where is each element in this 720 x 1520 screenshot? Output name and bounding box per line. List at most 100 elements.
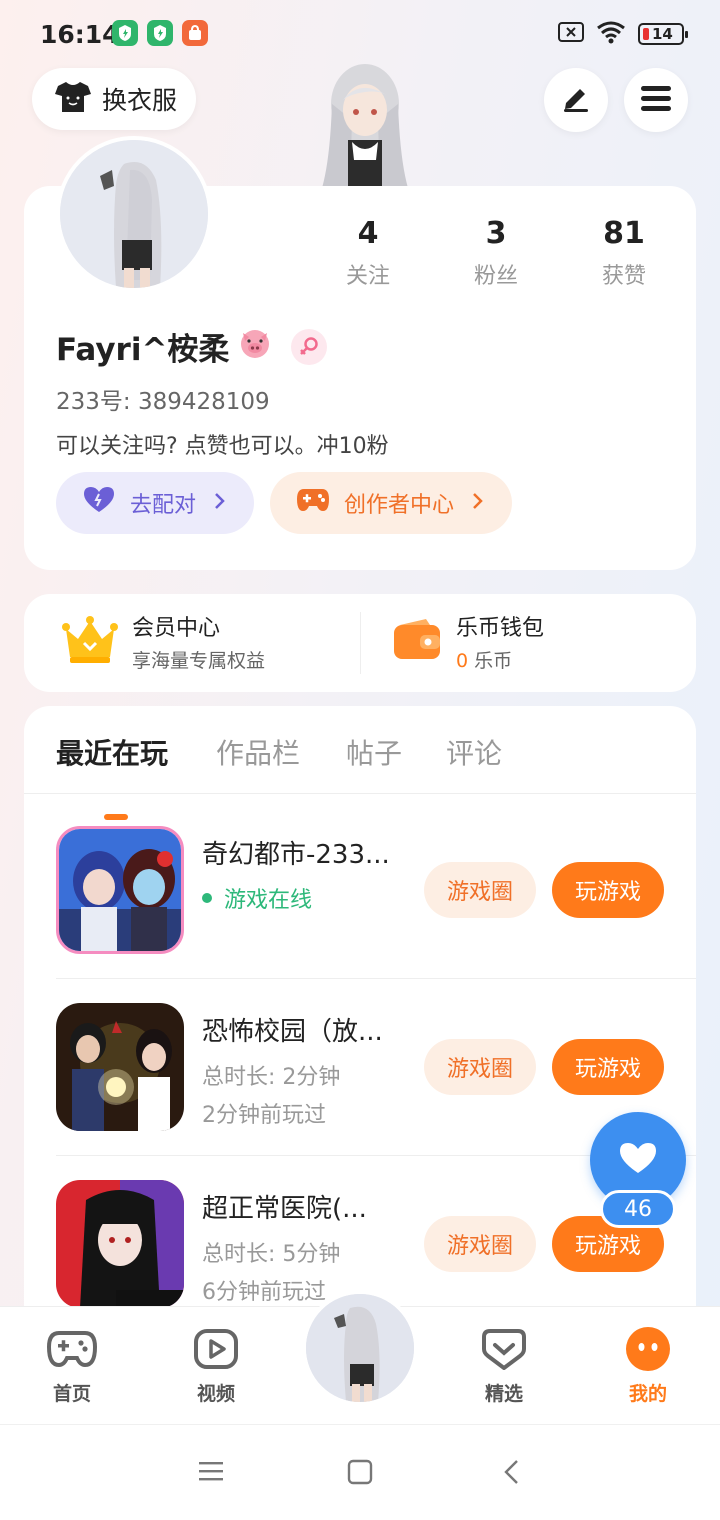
nav-video[interactable]: 视频 (166, 1325, 266, 1406)
pig-emoji-icon (237, 327, 273, 367)
stat-label: 获赞 (601, 264, 646, 289)
chevron-right-icon (472, 491, 484, 516)
game-title: 超正常医院(... (202, 1194, 367, 1224)
coin-amount: 0 (456, 650, 469, 672)
app-store-icon (182, 20, 208, 46)
game-circle-button[interactable]: 游戏圈 (424, 1216, 536, 1272)
status-bar: 16:14 14 (0, 0, 720, 68)
game-thumbnail[interactable] (56, 1003, 184, 1131)
app-shield-icon (147, 20, 173, 46)
nav-home[interactable]: 首页 (22, 1325, 122, 1406)
divider (360, 612, 361, 674)
tab-divider (24, 793, 696, 794)
home-icon[interactable] (347, 1459, 373, 1489)
avatar-character-figure[interactable] (310, 60, 420, 188)
user-bio: 可以关注吗? 点赞也可以。冲10粉 (56, 434, 389, 459)
game-status: 游戏在线 (202, 882, 312, 914)
heart-icon (82, 486, 116, 520)
game-row[interactable]: 恐怖校园（放... 总时长: 2分钟 2分钟前玩过 游戏圈 玩游戏 (56, 1003, 664, 1133)
face-icon (598, 1325, 698, 1373)
edit-profile-button[interactable] (544, 68, 608, 132)
wallet-icon (392, 617, 442, 667)
nav-label: 我的 (628, 1383, 667, 1405)
stat-likes[interactable]: 81 获赞 (560, 214, 688, 290)
system-navigation-bar (0, 1424, 720, 1520)
user-id: 233号: 389428109 (56, 389, 270, 415)
profile-tabs: 最近在玩 作品栏 帖子 评论 (24, 732, 696, 820)
vip-center-entry[interactable]: 会员中心 享海量专属权益 (62, 610, 265, 673)
nav-label: 精选 (484, 1383, 523, 1405)
game-title: 恐怖校园（放... (202, 1017, 383, 1047)
wifi-icon (596, 20, 626, 48)
vip-title: 会员中心 (132, 616, 221, 641)
game-title: 奇幻都市-233... (202, 840, 390, 870)
game-online-label: 游戏在线 (224, 888, 313, 913)
vip-subtitle: 享海量专属权益 (132, 650, 266, 672)
play-game-button[interactable]: 玩游戏 (552, 1039, 664, 1095)
stat-value: 4 (357, 216, 379, 251)
nav-label: 首页 (52, 1383, 91, 1405)
tab-comments[interactable]: 评论 (446, 732, 502, 772)
gamepad-icon (296, 487, 330, 519)
game-last-played: 2分钟前玩过 (202, 1103, 326, 1128)
stat-following[interactable]: 4 关注 (304, 214, 432, 290)
username: Fayri^桉柔 (56, 324, 328, 369)
creator-center-button[interactable]: 创作者中心 (270, 472, 512, 534)
tshirt-icon (54, 80, 92, 118)
like-count-badge: 46 (600, 1190, 676, 1228)
active-tab-indicator (104, 814, 128, 820)
tab-posts[interactable]: 帖子 (346, 732, 402, 772)
gamepad-icon (22, 1325, 122, 1373)
stat-value: 81 (603, 216, 645, 251)
stat-followers[interactable]: 3 粉丝 (432, 214, 560, 290)
game-circle-button[interactable]: 游戏圈 (424, 1039, 536, 1095)
recent-games-card: 最近在玩 作品栏 帖子 评论 奇幻都市-233... 游戏在线 游戏圈 玩游戏 … (24, 706, 696, 1366)
hamburger-icon (640, 84, 672, 116)
tab-works[interactable]: 作品栏 (216, 732, 300, 772)
game-row[interactable]: 奇幻都市-233... 游戏在线 游戏圈 玩游戏 (56, 826, 664, 956)
game-thumbnail[interactable] (56, 1180, 184, 1308)
game-circle-button[interactable]: 游戏圈 (424, 862, 536, 918)
game-last-played: 6分钟前玩过 (202, 1280, 326, 1305)
game-total-time: 总时长: 2分钟 (202, 1065, 341, 1090)
battery-icon: 14 (638, 23, 688, 45)
membership-wallet-card: 会员中心 享海量专属权益 乐币钱包 0 乐币 (24, 594, 696, 692)
pencil-icon (560, 83, 592, 117)
nav-featured[interactable]: 精选 (454, 1325, 554, 1406)
divider (56, 978, 696, 979)
chevron-right-icon (214, 491, 226, 516)
profile-stats: 4 关注 3 粉丝 81 获赞 (304, 214, 688, 290)
online-dot-icon (202, 893, 212, 903)
recent-apps-icon[interactable] (198, 1459, 224, 1487)
nav-avatar-center-button[interactable] (302, 1290, 418, 1406)
app-shield-icon (112, 20, 138, 46)
game-thumbnail[interactable] (56, 826, 184, 954)
coin-wallet-entry[interactable]: 乐币钱包 0 乐币 (392, 610, 544, 673)
crown-icon (62, 615, 118, 669)
menu-button[interactable] (624, 68, 688, 132)
nav-label: 视频 (196, 1383, 235, 1405)
tab-recently-played[interactable]: 最近在玩 (56, 732, 168, 772)
avatar[interactable] (56, 136, 212, 292)
game-total-time: 总时长: 5分钟 (202, 1242, 341, 1267)
stat-value: 3 (485, 216, 507, 251)
coin-unit: 乐币 (474, 650, 513, 672)
username-text: Fayri^桉柔 (56, 332, 230, 368)
stat-label: 关注 (345, 264, 390, 289)
heart-icon (618, 1141, 658, 1179)
match-label: 去配对 (130, 493, 197, 518)
video-icon (166, 1325, 266, 1373)
sim-off-icon (558, 21, 584, 47)
coin-balance: 0 乐币 (456, 646, 544, 673)
match-button[interactable]: 去配对 (56, 472, 254, 534)
back-icon[interactable] (502, 1459, 522, 1489)
status-time: 16:14 (40, 20, 120, 49)
creator-label: 创作者中心 (344, 493, 455, 518)
play-game-button[interactable]: 玩游戏 (552, 862, 664, 918)
battery-level: 14 (652, 25, 673, 43)
female-icon (291, 328, 328, 365)
coin-title: 乐币钱包 (456, 616, 545, 641)
nav-mine[interactable]: 我的 (598, 1325, 698, 1406)
change-outfit-button[interactable]: 换衣服 (32, 68, 196, 130)
stat-label: 粉丝 (473, 264, 518, 289)
